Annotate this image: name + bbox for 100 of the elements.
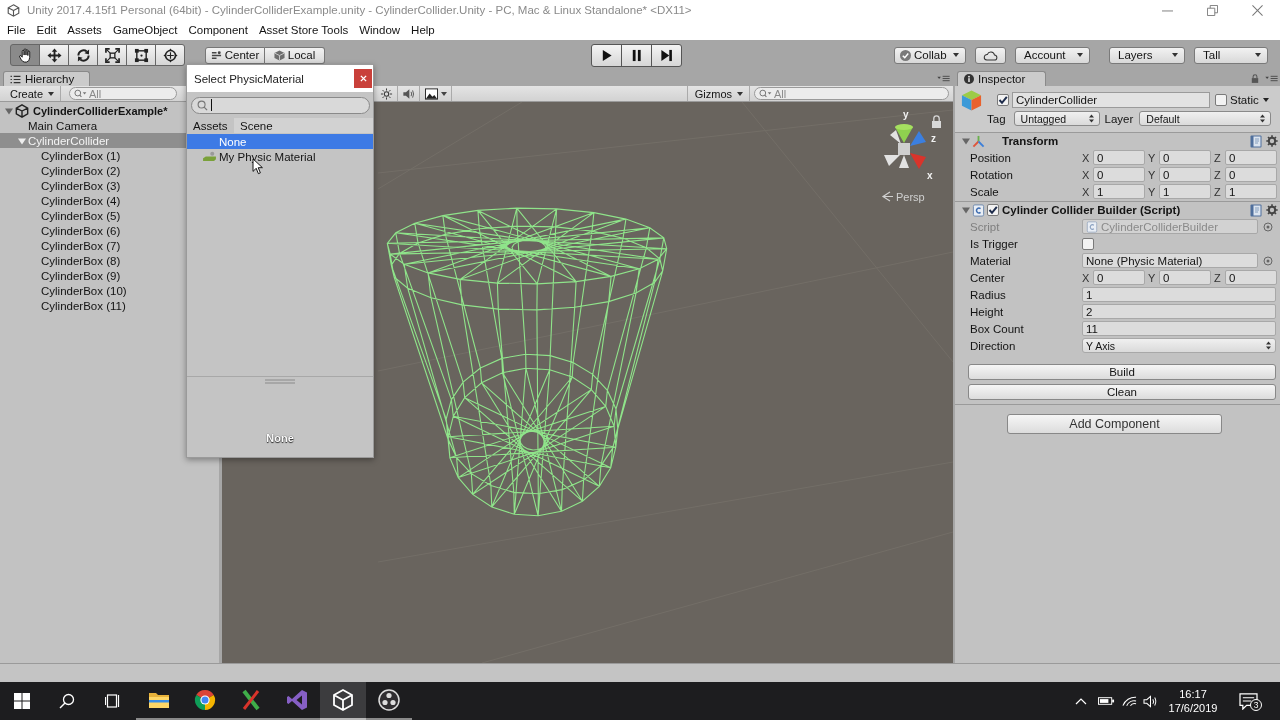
restore-icon[interactable] [1207,4,1218,16]
dropdown-field[interactable]: Y Axis [1082,338,1276,353]
pause-button[interactable] [621,43,652,67]
resize-handle-icon[interactable] [265,378,295,384]
number-field[interactable]: 0 [1093,150,1145,165]
settings-icon[interactable] [1266,135,1278,147]
transform-tool-button[interactable] [155,44,185,66]
dot-circle-icon[interactable] [1263,221,1273,232]
hierarchy-item[interactable]: CylinderBox (9) [41,268,121,283]
hierarchy-item[interactable]: Main Camera [28,118,98,133]
book-icon[interactable] [1250,203,1262,217]
inspector-button[interactable]: Build [968,364,1276,380]
create-dropdown[interactable]: Create [4,86,62,101]
foldout-triangle-icon[interactable] [962,137,970,145]
active-checkbox[interactable] [997,93,1009,106]
add-component-button[interactable]: Add Component [1007,414,1222,434]
number-field[interactable]: 0 [1225,270,1277,285]
layers-dropdown[interactable]: Layers [1109,46,1185,64]
move-tool-button[interactable] [39,44,69,66]
number-field[interactable]: 2 [1082,304,1276,319]
chevron-up-icon[interactable] [1075,697,1087,705]
menu-item[interactable]: Assets [67,24,102,36]
scale-tool-button[interactable] [97,44,127,66]
hierarchy-item[interactable]: CylinderBox (8) [41,253,121,268]
number-field[interactable]: 1 [1093,184,1145,199]
clock-date[interactable]: 17/6/2019 [1168,701,1218,715]
clock-time[interactable]: 16:17 [1179,687,1207,701]
number-field[interactable]: 0 [1093,167,1145,182]
foldout-triangle-icon[interactable] [4,106,14,115]
hierarchy-item[interactable]: CylinderBox (7) [41,238,121,253]
pivot-mode-button[interactable]: Center [205,46,265,64]
checkbox[interactable] [1082,237,1094,250]
step-button[interactable] [651,43,682,67]
number-field[interactable]: 0 [1159,150,1211,165]
hierarchy-item[interactable]: CylinderColliderExample* [4,103,168,118]
close-button[interactable] [354,69,372,88]
menu-item[interactable]: Window [359,24,401,36]
play-button[interactable] [591,43,622,67]
notification-icon[interactable] [1238,692,1258,710]
lock-icon[interactable] [932,115,941,128]
hierarchy-item[interactable]: CylinderBox (11) [41,298,126,313]
caret-icon[interactable] [1262,97,1269,102]
pivot-rotation-button[interactable]: Local [265,46,325,64]
left-arrow-icon[interactable] [881,191,894,202]
object-field[interactable]: None (Physic Material) [1082,253,1258,268]
rotate-tool-button[interactable] [68,44,98,66]
cloud-button[interactable] [975,46,1006,64]
hierarchy-item[interactable]: CylinderBox (5) [41,208,121,223]
tag-dropdown[interactable]: Untagged [1013,111,1100,126]
menu-item[interactable]: Component [188,24,248,36]
rect-tool-button[interactable] [126,44,156,66]
battery-icon[interactable] [1098,695,1115,707]
number-field[interactable]: 0 [1159,167,1211,182]
static-checkbox[interactable] [1215,93,1227,106]
foldout-triangle-icon[interactable] [17,136,27,145]
dot-circle-icon[interactable] [1263,255,1273,266]
number-field[interactable]: 0 [1093,270,1145,285]
hierarchy-item[interactable]: CylinderBox (10) [41,283,127,298]
inspector-tab[interactable]: Inspector [957,71,1046,86]
picker-tab[interactable]: Scene [234,118,373,133]
panel-menu-icon[interactable] [937,74,950,82]
projection-label[interactable]: Persp [896,191,925,203]
task-view-icon[interactable] [105,693,121,709]
book-icon[interactable] [1250,134,1262,148]
enable-checkbox[interactable] [987,204,999,216]
menu-item[interactable]: Help [411,24,435,36]
gizmos-dropdown[interactable]: Gizmos [686,86,750,101]
windows-logo-icon[interactable] [14,693,30,709]
number-field[interactable]: 1 [1225,184,1277,199]
settings-icon[interactable] [1266,204,1278,216]
account-dropdown[interactable]: Account [1015,46,1090,64]
hierarchy-item[interactable]: CylinderBox (3) [41,178,121,193]
hierarchy-item[interactable]: CylinderBox (1) [41,148,121,163]
speaker-icon[interactable] [1143,694,1158,708]
hand-tool-button[interactable] [10,44,40,66]
menu-item[interactable]: GameObject [112,24,178,36]
hierarchy-tab[interactable]: Hierarchy [3,71,90,86]
hierarchy-item[interactable]: CylinderBox (4) [41,193,121,208]
panel-menu-icon[interactable] [1265,75,1278,82]
hierarchy-item[interactable]: CylinderBox (2) [41,163,121,178]
search-icon[interactable] [59,693,75,709]
number-field[interactable]: 0 [1225,150,1277,165]
name-field[interactable]: CylinderCollider [1012,91,1210,108]
number-field[interactable]: 0 [1225,167,1277,182]
layout-dropdown[interactable]: Tall [1194,46,1268,64]
lock-icon[interactable] [1251,74,1259,83]
collab-dropdown[interactable]: Collab [894,46,966,64]
taskbar-app-button[interactable] [320,682,366,720]
menu-item[interactable]: Edit [36,24,57,36]
wifi-icon[interactable] [1122,695,1137,707]
hierarchy-item[interactable]: CylinderBox (6) [41,223,121,238]
wireframe-cylinder-drawing[interactable] [386,207,668,517]
search-field[interactable] [191,96,370,114]
number-field[interactable]: 11 [1082,321,1276,336]
menu-item[interactable]: Asset Store Tools [258,24,349,36]
layer-dropdown[interactable]: Default [1139,111,1272,126]
picker-item[interactable]: None [187,134,373,149]
number-field[interactable]: 0 [1159,270,1211,285]
foldout-triangle-icon[interactable] [962,206,970,214]
close-icon[interactable] [1252,4,1263,16]
